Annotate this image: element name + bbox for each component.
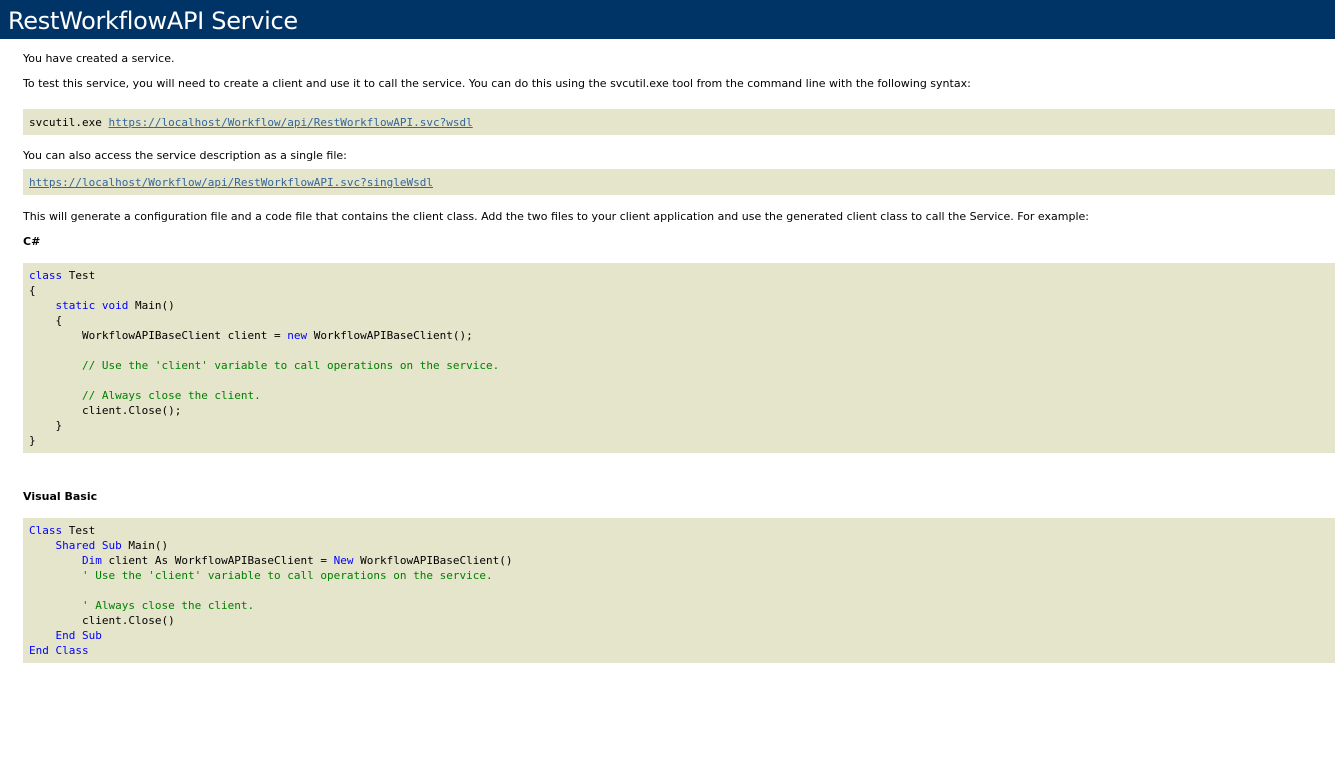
code-text: Test bbox=[62, 269, 96, 282]
csharp-code-block: class Test { static void Main() { Workfl… bbox=[23, 263, 1335, 453]
code-keyword: new bbox=[287, 329, 308, 342]
code-text: } bbox=[29, 434, 36, 447]
code-text: } bbox=[55, 419, 63, 432]
single-file-text: You can also access the service descript… bbox=[23, 149, 347, 162]
code-comment: ' Use the 'client' variable to call oper… bbox=[81, 569, 493, 582]
main-content: You have created a service. To test this… bbox=[0, 39, 1335, 663]
code-comment: ' Always close the client. bbox=[81, 599, 255, 612]
code-text: client.Close(); bbox=[81, 404, 182, 417]
instructions-text: To test this service, you will need to c… bbox=[23, 77, 971, 90]
generate-text: This will generate a configuration file … bbox=[23, 210, 1089, 223]
code-text: { bbox=[29, 284, 36, 297]
page-header: RestWorkflowAPI Service bbox=[0, 0, 1335, 39]
csharp-label: C# bbox=[23, 235, 41, 248]
code-keyword: New bbox=[333, 554, 354, 567]
single-wsdl-box: https://localhost/Workflow/api/RestWorkf… bbox=[23, 169, 1335, 195]
code-text: { bbox=[55, 314, 63, 327]
page-title: RestWorkflowAPI Service bbox=[8, 7, 298, 35]
code-text: client As WorkflowAPIBaseClient = bbox=[101, 554, 334, 567]
code-comment: // Always close the client. bbox=[81, 389, 261, 402]
svcutil-command: svcutil.exe bbox=[29, 116, 102, 129]
code-comment: // Use the 'client' variable to call ope… bbox=[81, 359, 500, 372]
code-keyword: Shared Sub bbox=[55, 539, 122, 552]
code-keyword: Dim bbox=[81, 554, 102, 567]
code-text: WorkflowAPIBaseClient(); bbox=[307, 329, 473, 342]
code-text: Main() bbox=[121, 539, 169, 552]
code-keyword: class bbox=[29, 269, 63, 282]
code-keyword: End Class bbox=[29, 644, 89, 657]
code-keyword: End Sub bbox=[55, 629, 102, 642]
svcutil-command-box: svcutil.exe https://localhost/Workflow/a… bbox=[23, 109, 1335, 135]
code-text: Main() bbox=[128, 299, 175, 312]
code-text: WorkflowAPIBaseClient client = bbox=[81, 329, 288, 342]
code-text: Test bbox=[62, 524, 96, 537]
vb-code-block: Class Test Shared Sub Main() Dim client … bbox=[23, 518, 1335, 663]
wsdl-link[interactable]: https://localhost/Workflow/api/RestWorkf… bbox=[108, 116, 472, 129]
code-text: WorkflowAPIBaseClient() bbox=[353, 554, 513, 567]
single-wsdl-link[interactable]: https://localhost/Workflow/api/RestWorkf… bbox=[29, 176, 433, 189]
code-keyword: Class bbox=[29, 524, 63, 537]
created-message: You have created a service. bbox=[23, 52, 175, 65]
vb-label: Visual Basic bbox=[23, 490, 98, 503]
code-text: client.Close() bbox=[81, 614, 175, 627]
code-keyword: static void bbox=[55, 299, 129, 312]
